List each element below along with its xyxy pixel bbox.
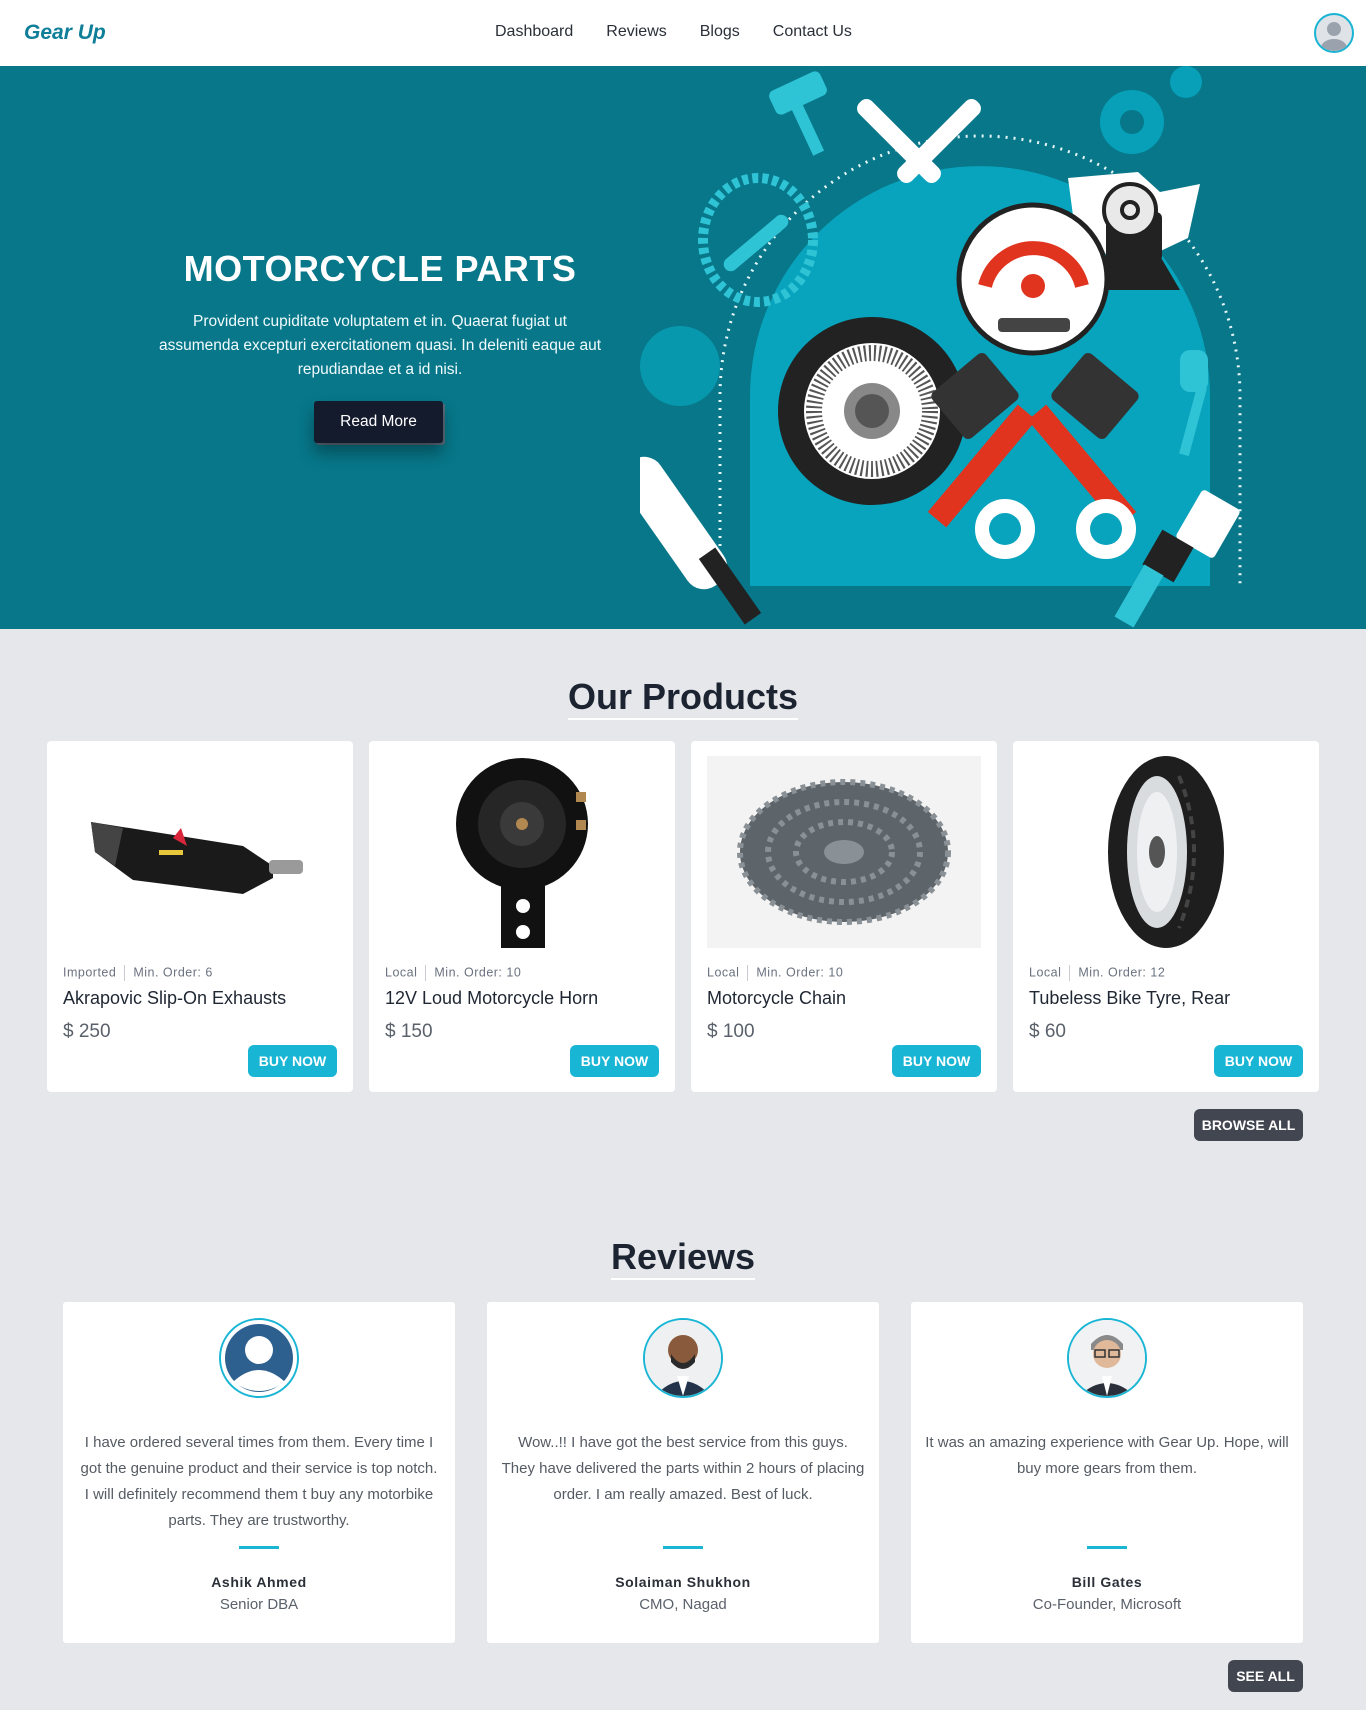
product-name: Tubeless Bike Tyre, Rear [1029,988,1231,1008]
tyre-image [1029,756,1303,948]
hero-banner: MOTORCYCLE PARTS Provident cupiditate vo… [0,66,1366,629]
review-text: I have ordered several times from them. … [80,1434,438,1529]
buy-now-button[interactable]: BUY NOW [248,1045,337,1077]
reviewer-photo [1069,1320,1145,1396]
review-divider [1087,1546,1127,1549]
user-avatar-button[interactable] [1314,13,1354,53]
see-all-button[interactable]: SEE ALL [1228,1660,1303,1692]
reviewer-name: Solaiman Shukhon [615,1574,751,1590]
read-more-button[interactable]: Read More [314,401,443,443]
reviewer-role: Senior DBA [219,1596,299,1613]
review-card: It was an amazing experience with Gear U… [911,1302,1303,1643]
product-card[interactable]: Imported Min. Order: 6 Akrapovic Slip-On … [47,741,353,1092]
reviewer-avatar [219,1318,299,1398]
product-price: $ 100 [707,1021,755,1042]
reviews-section-title: Reviews [0,1236,1366,1280]
nav-link-contact[interactable]: Contact Us [773,23,852,41]
review-divider [663,1546,703,1549]
hero-description: Provident cupiditate voluptatem et in. Q… [158,313,602,378]
user-icon [1321,22,1347,51]
product-price: $ 150 [385,1021,433,1042]
nav-link-blogs[interactable]: Blogs [700,23,740,41]
product-card[interactable]: Local Min. Order: 10 12V Loud Motorcycle … [369,741,675,1092]
review-card: Wow..!! I have got the best service from… [487,1302,879,1643]
product-card[interactable]: Local Min. Order: 12 Tubeless Bike Tyre, … [1013,741,1319,1092]
product-price: $ 250 [63,1021,111,1042]
reviewer-name: Bill Gates [1071,1574,1143,1590]
browse-all-button[interactable]: BROWSE ALL [1194,1109,1303,1141]
review-card: I have ordered several times from them. … [63,1302,455,1643]
reviewer-role: CMO, Nagad [639,1596,727,1613]
products-section-title: Our Products [0,676,1366,720]
review-divider [239,1546,279,1549]
reviewer-role: Co-Founder, Microsoft [1032,1596,1182,1613]
nav-link-reviews[interactable]: Reviews [606,23,666,41]
product-name: 12V Loud Motorcycle Horn [385,988,599,1008]
buy-now-button[interactable]: BUY NOW [570,1045,659,1077]
reviewer-name: Ashik Ahmed [211,1574,307,1590]
horn-image [385,756,659,948]
review-text: Wow..!! I have got the best service from… [501,1434,865,1503]
review-text: It was an amazing experience with Gear U… [925,1434,1289,1477]
chain-image [707,756,981,948]
buy-now-button[interactable]: BUY NOW [1214,1045,1303,1077]
reviewer-avatar [1067,1318,1147,1398]
navbar: Gear Up Dashboard Reviews Blogs Contact … [0,0,1366,66]
default-user-icon [225,1324,293,1392]
product-meta: Local Min. Order: 10 [707,965,844,981]
nav-link-dashboard[interactable]: Dashboard [495,23,573,41]
motorcycle-parts-illustration [640,66,1242,628]
nav-links: Dashboard Reviews Blogs Contact Us [495,23,885,41]
products-grid: Imported Min. Order: 6 Akrapovic Slip-On … [47,741,1319,1092]
exhaust-image [63,756,337,948]
buy-now-button[interactable]: BUY NOW [892,1045,981,1077]
product-name: Akrapovic Slip-On Exhausts [63,988,287,1008]
product-meta: Imported Min. Order: 6 [63,965,213,981]
product-meta: Local Min. Order: 12 [1029,965,1166,981]
product-price: $ 60 [1029,1021,1066,1042]
product-name: Motorcycle Chain [707,988,847,1008]
product-card[interactable]: Local Min. Order: 10 Motorcycle Chain $ 1… [691,741,997,1092]
reviewer-avatar [643,1318,723,1398]
product-meta: Local Min. Order: 10 [385,965,522,981]
reviewer-photo [645,1320,721,1396]
brand-logo[interactable]: Gear Up [24,21,106,45]
